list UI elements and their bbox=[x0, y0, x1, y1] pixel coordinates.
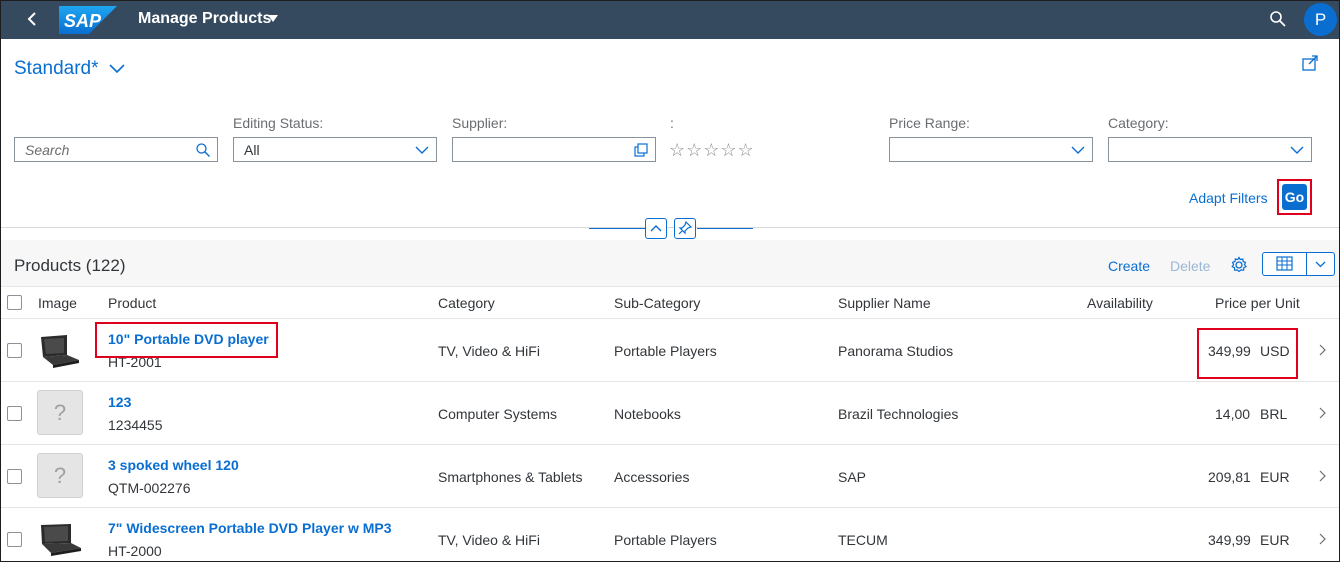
image-placeholder-icon: ? bbox=[37, 453, 83, 498]
search-input[interactable]: Search bbox=[14, 137, 218, 162]
row-checkbox[interactable] bbox=[7, 406, 22, 421]
chevron-down-icon[interactable] bbox=[1070, 142, 1086, 158]
divider-accent-left bbox=[589, 228, 645, 229]
highlight-box-price bbox=[1197, 328, 1298, 379]
table-row[interactable]: ? 3 spoked wheel 120 QTM-002276 Smartpho… bbox=[1, 445, 1339, 508]
create-button[interactable]: Create bbox=[1108, 258, 1150, 274]
category-cell: Smartphones & Tablets bbox=[438, 469, 583, 485]
caret-down-icon[interactable] bbox=[268, 15, 278, 23]
product-id: QTM-002276 bbox=[108, 480, 191, 496]
search-icon[interactable] bbox=[1269, 10, 1287, 28]
table-row[interactable]: 7" Widescreen Portable DVD Player w MP3 … bbox=[1, 508, 1339, 561]
supplier-cell: Brazil Technologies bbox=[838, 406, 959, 422]
chevron-down-icon[interactable] bbox=[1289, 142, 1305, 158]
value-help-icon[interactable] bbox=[633, 142, 649, 158]
price-range-label: Price Range: bbox=[889, 115, 970, 131]
rating-stars[interactable]: ☆☆☆☆☆ bbox=[669, 140, 755, 161]
app-frame: SAP Manage Products P Standard* Search E… bbox=[0, 0, 1340, 562]
supplier-cell: TECUM bbox=[838, 532, 888, 548]
search-placeholder: Search bbox=[25, 142, 70, 158]
category-label: Category: bbox=[1108, 115, 1169, 131]
export-menu-button[interactable] bbox=[1306, 252, 1335, 276]
product-image bbox=[41, 524, 81, 556]
chevron-down-icon[interactable] bbox=[414, 142, 430, 158]
subcategory-cell: Accessories bbox=[614, 469, 690, 485]
chevron-down-icon bbox=[1315, 261, 1326, 268]
variant-title[interactable]: Standard* bbox=[14, 58, 99, 80]
image-placeholder-icon: ? bbox=[37, 390, 83, 435]
editing-status-select[interactable]: All bbox=[233, 137, 437, 162]
sap-logo-text: SAP bbox=[64, 11, 102, 31]
table-title: Products (122) bbox=[14, 256, 126, 275]
shell-bar: SAP Manage Products P bbox=[1, 1, 1339, 39]
product-name-link[interactable]: 3 spoked wheel 120 bbox=[108, 457, 239, 473]
header-divider bbox=[1, 227, 1339, 228]
product-name-link[interactable]: 7" Widescreen Portable DVD Player w MP3 bbox=[108, 520, 392, 536]
search-icon[interactable] bbox=[195, 142, 211, 158]
column-header-category[interactable]: Category bbox=[438, 295, 495, 311]
supplier-input[interactable] bbox=[452, 137, 656, 162]
column-header-price[interactable]: Price per Unit bbox=[1215, 295, 1300, 311]
rating-label: : bbox=[670, 115, 674, 131]
column-header-availability[interactable]: Availability bbox=[1087, 295, 1153, 311]
subcategory-cell: Portable Players bbox=[614, 532, 717, 548]
product-id: 1234455 bbox=[108, 417, 163, 433]
supplier-label: Supplier: bbox=[452, 115, 508, 131]
product-name-link[interactable]: 123 bbox=[108, 394, 131, 410]
supplier-cell: Panorama Studios bbox=[838, 343, 954, 359]
column-header-supplier[interactable]: Supplier Name bbox=[838, 295, 931, 311]
chevron-right-icon[interactable] bbox=[1317, 469, 1327, 483]
price-value: 209,81 bbox=[1208, 469, 1251, 485]
divider-accent-right bbox=[697, 228, 753, 229]
row-checkbox[interactable] bbox=[7, 469, 22, 484]
chevron-up-icon bbox=[650, 225, 662, 232]
highlight-box-product-name bbox=[95, 322, 278, 358]
gear-icon[interactable] bbox=[1230, 256, 1248, 274]
chevron-down-icon[interactable] bbox=[108, 62, 126, 76]
price-range-select[interactable] bbox=[889, 137, 1093, 162]
chevron-right-icon[interactable] bbox=[1317, 532, 1327, 546]
row-checkbox[interactable] bbox=[7, 343, 22, 358]
subcategory-cell: Notebooks bbox=[614, 406, 681, 422]
column-header-subcategory[interactable]: Sub-Category bbox=[614, 295, 700, 311]
product-image bbox=[41, 335, 79, 368]
collapse-header-button[interactable] bbox=[645, 218, 667, 239]
table-header: Image Product Category Sub-Category Supp… bbox=[1, 286, 1339, 319]
spreadsheet-icon bbox=[1276, 256, 1293, 271]
go-button[interactable]: Go bbox=[1282, 184, 1307, 210]
column-header-product[interactable]: Product bbox=[108, 295, 156, 311]
select-all-checkbox[interactable] bbox=[7, 295, 22, 310]
row-checkbox[interactable] bbox=[7, 532, 22, 547]
sap-logo[interactable]: SAP bbox=[59, 6, 117, 34]
price-currency: EUR bbox=[1260, 532, 1290, 548]
share-icon[interactable] bbox=[1300, 53, 1320, 73]
category-cell: TV, Video & HiFi bbox=[438, 343, 540, 359]
chevron-right-icon[interactable] bbox=[1317, 343, 1327, 357]
export-button[interactable] bbox=[1262, 252, 1307, 276]
column-header-image[interactable]: Image bbox=[38, 295, 77, 311]
category-cell: TV, Video & HiFi bbox=[438, 532, 540, 548]
chevron-right-icon[interactable] bbox=[1317, 406, 1327, 420]
go-highlight-box: Go bbox=[1277, 179, 1312, 215]
editing-status-label: Editing Status: bbox=[233, 115, 324, 131]
category-select[interactable] bbox=[1108, 137, 1312, 162]
app-title[interactable]: Manage Products bbox=[138, 10, 271, 28]
price-currency: BRL bbox=[1260, 406, 1288, 422]
pin-header-button[interactable] bbox=[674, 218, 696, 239]
back-arrow-icon[interactable] bbox=[23, 9, 43, 29]
price-value: 14,00 bbox=[1215, 406, 1251, 422]
pin-icon bbox=[678, 220, 693, 235]
adapt-filters-button[interactable]: Adapt Filters bbox=[1189, 190, 1268, 206]
product-id: HT-2000 bbox=[108, 543, 162, 559]
supplier-cell: SAP bbox=[838, 469, 867, 485]
category-cell: Computer Systems bbox=[438, 406, 558, 422]
price-value: 349,99 bbox=[1208, 532, 1251, 548]
editing-status-value: All bbox=[244, 142, 260, 158]
subcategory-cell: Portable Players bbox=[614, 343, 717, 359]
user-avatar[interactable]: P bbox=[1304, 3, 1337, 36]
table-row[interactable]: ? 123 1234455 Computer Systems Notebooks… bbox=[1, 382, 1339, 445]
delete-button[interactable]: Delete bbox=[1170, 258, 1210, 274]
price-currency: EUR bbox=[1260, 469, 1290, 485]
